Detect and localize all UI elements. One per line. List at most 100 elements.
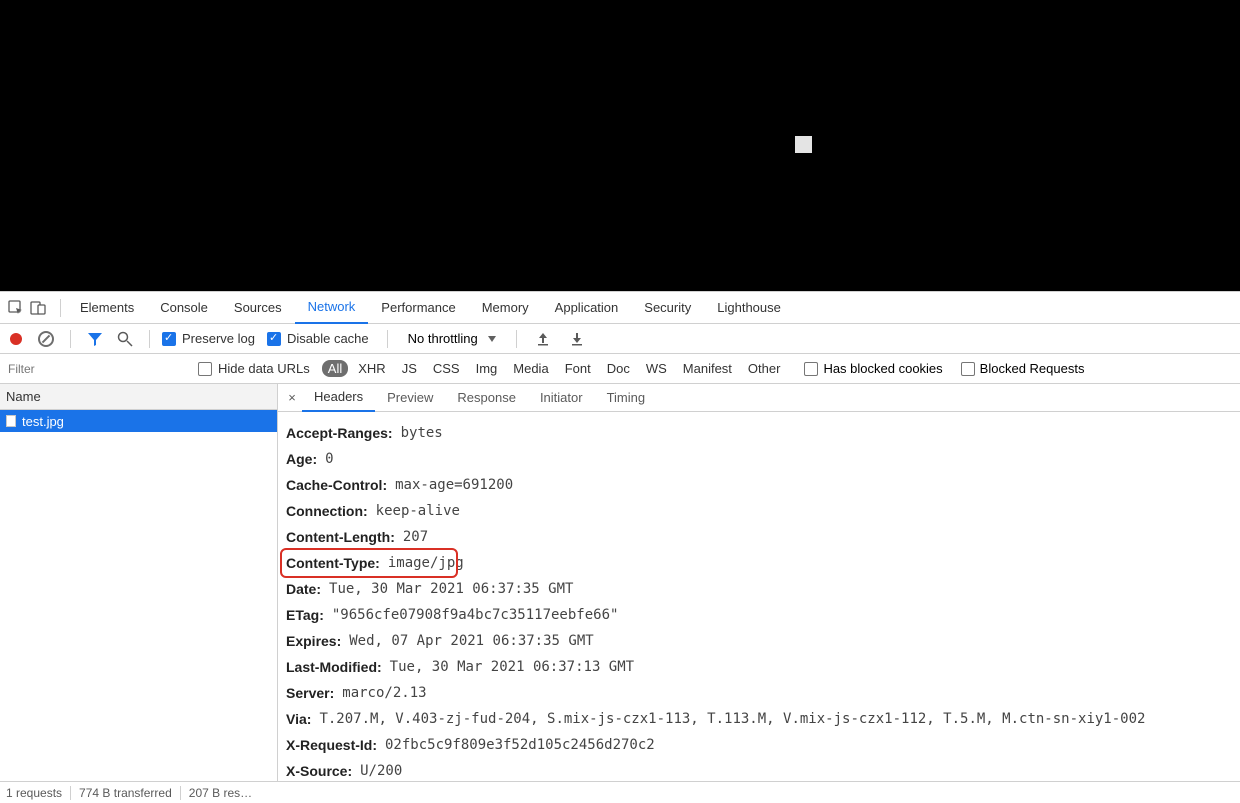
header-row: Via: T.207.M, V.403-zj-fud-204, S.mix-js-… [286,706,1240,732]
file-icon [6,415,16,427]
header-row: Expires:Wed, 07 Apr 2021 06:37:35 GMT [286,628,1240,654]
close-icon[interactable]: × [282,390,302,405]
tab-memory[interactable]: Memory [469,292,542,324]
headers-body: Accept-Ranges: bytes Age: 0 Cache-Control:ma… [278,412,1240,781]
filter-input[interactable] [2,358,192,380]
header-value: 207 [403,528,428,546]
header-row: X-Request-Id: 02fbc5c9f809e3f52d105c2456d… [286,732,1240,758]
header-row: Date:Tue, 30 Mar 2021 06:37:35 GMT [286,576,1240,602]
disable-cache-label: Disable cache [287,331,369,346]
status-transferred: 774 B transferred [79,786,172,800]
header-name: ETag: [286,606,324,624]
filter-type-media[interactable]: Media [507,360,554,377]
header-row: Cache-Control:max-age=691200 [286,472,1240,498]
status-resources: 207 B res… [189,786,252,800]
tab-application[interactable]: Application [542,292,632,324]
header-value: bytes [401,424,443,442]
separator [70,330,71,348]
header-name: X-Request-Id: [286,736,377,754]
blocked-cookies-checkbox[interactable] [804,362,818,376]
request-name: test.jpg [22,414,64,429]
filter-type-all[interactable]: All [322,360,348,377]
disable-cache-checkbox[interactable] [267,332,281,346]
tab-lighthouse[interactable]: Lighthouse [704,292,794,324]
header-name: X-Source: [286,762,352,780]
detail-tab-preview[interactable]: Preview [375,384,445,412]
header-row: X-Source: U/200 [286,758,1240,781]
header-value: keep-alive [376,502,460,520]
request-detail-pane: × HeadersPreviewResponseInitiatorTiming … [278,384,1240,781]
tab-elements[interactable]: Elements [67,292,147,324]
download-har-icon[interactable] [569,331,585,347]
detail-tab-initiator[interactable]: Initiator [528,384,595,412]
header-row: Connection: keep-alive [286,498,1240,524]
filter-type-js[interactable]: JS [396,360,423,377]
clear-button[interactable] [38,331,54,347]
header-value: Wed, 07 Apr 2021 06:37:35 GMT [349,632,593,650]
header-value: Tue, 30 Mar 2021 06:37:13 GMT [390,658,634,676]
filter-type-css[interactable]: CSS [427,360,466,377]
request-row[interactable]: test.jpg [0,410,277,432]
blocked-cookies-label: Has blocked cookies [823,361,942,376]
search-icon[interactable] [117,331,133,347]
header-name: Accept-Ranges: [286,424,393,442]
devtools-panel: ElementsConsoleSourcesNetworkPerformance… [0,291,1240,803]
tab-performance[interactable]: Performance [368,292,468,324]
separator [60,299,61,317]
blocked-requests-label: Blocked Requests [980,361,1085,376]
header-row: ETag:"9656cfe07908f9a4bc7c35117eebfe66" [286,602,1240,628]
tab-network[interactable]: Network [295,292,369,324]
header-row: Server:marco/2.13 [286,680,1240,706]
device-toolbar-icon[interactable] [30,300,46,316]
tab-sources[interactable]: Sources [221,292,295,324]
detail-tab-response[interactable]: Response [445,384,528,412]
tab-console[interactable]: Console [147,292,221,324]
network-toolbar: Preserve log Disable cache No throttling [0,324,1240,354]
tab-security[interactable]: Security [631,292,704,324]
header-value: 02fbc5c9f809e3f52d105c2456d270c2 [385,736,655,754]
blocked-requests-checkbox[interactable] [961,362,975,376]
header-value: marco/2.13 [342,684,426,702]
filter-type-manifest[interactable]: Manifest [677,360,738,377]
network-split: Name test.jpg × HeadersPreviewResponseIn… [0,384,1240,781]
throttling-dropdown[interactable]: No throttling [400,331,504,346]
separator [387,330,388,348]
header-value: U/200 [360,762,402,780]
header-value: 0 [325,450,333,468]
filter-type-font[interactable]: Font [559,360,597,377]
preserve-log-checkbox[interactable] [162,332,176,346]
separator [516,330,517,348]
filter-type-other[interactable]: Other [742,360,787,377]
header-name: Via: [286,710,311,728]
preserve-log-label: Preserve log [182,331,255,346]
filter-bar: Hide data URLs AllXHR JSCSSImgMedia FontDo… [0,354,1240,384]
detail-tab-timing[interactable]: Timing [595,384,658,412]
header-value: T.207.M, V.403-zj-fud-204, S.mix-js-czx1… [319,710,1145,728]
header-row: Age: 0 [286,446,1240,472]
header-value: max-age=691200 [395,476,513,494]
header-name: Age: [286,450,317,468]
header-name: Connection: [286,502,368,520]
loaded-image [795,136,812,153]
header-row: Last-Modified: Tue, 30 Mar 2021 06:37:13 … [286,654,1240,680]
main-tab-row: ElementsConsoleSourcesNetworkPerformance… [0,292,1240,324]
record-button[interactable] [10,333,22,345]
header-row: Content-Type:image/jpg [286,550,1240,576]
hide-data-urls-checkbox[interactable] [198,362,212,376]
throttling-value: No throttling [408,331,478,346]
upload-har-icon[interactable] [535,331,551,347]
header-name: Last-Modified: [286,658,382,676]
filter-toggle-icon[interactable] [87,331,103,347]
chevron-down-icon [488,336,496,342]
status-bar: 1 requests 774 B transferred 207 B res… [0,781,1240,803]
header-row: Content-Length:207 [286,524,1240,550]
filter-type-img[interactable]: Img [470,360,504,377]
column-header-name[interactable]: Name [0,384,277,410]
hide-data-urls-label: Hide data URLs [218,361,310,376]
detail-tab-headers[interactable]: Headers [302,384,375,412]
request-list-pane: Name test.jpg [0,384,278,781]
filter-type-ws[interactable]: WS [640,360,673,377]
inspect-icon[interactable] [8,300,24,316]
filter-type-xhr[interactable]: XHR [352,360,391,377]
filter-type-doc[interactable]: Doc [601,360,636,377]
